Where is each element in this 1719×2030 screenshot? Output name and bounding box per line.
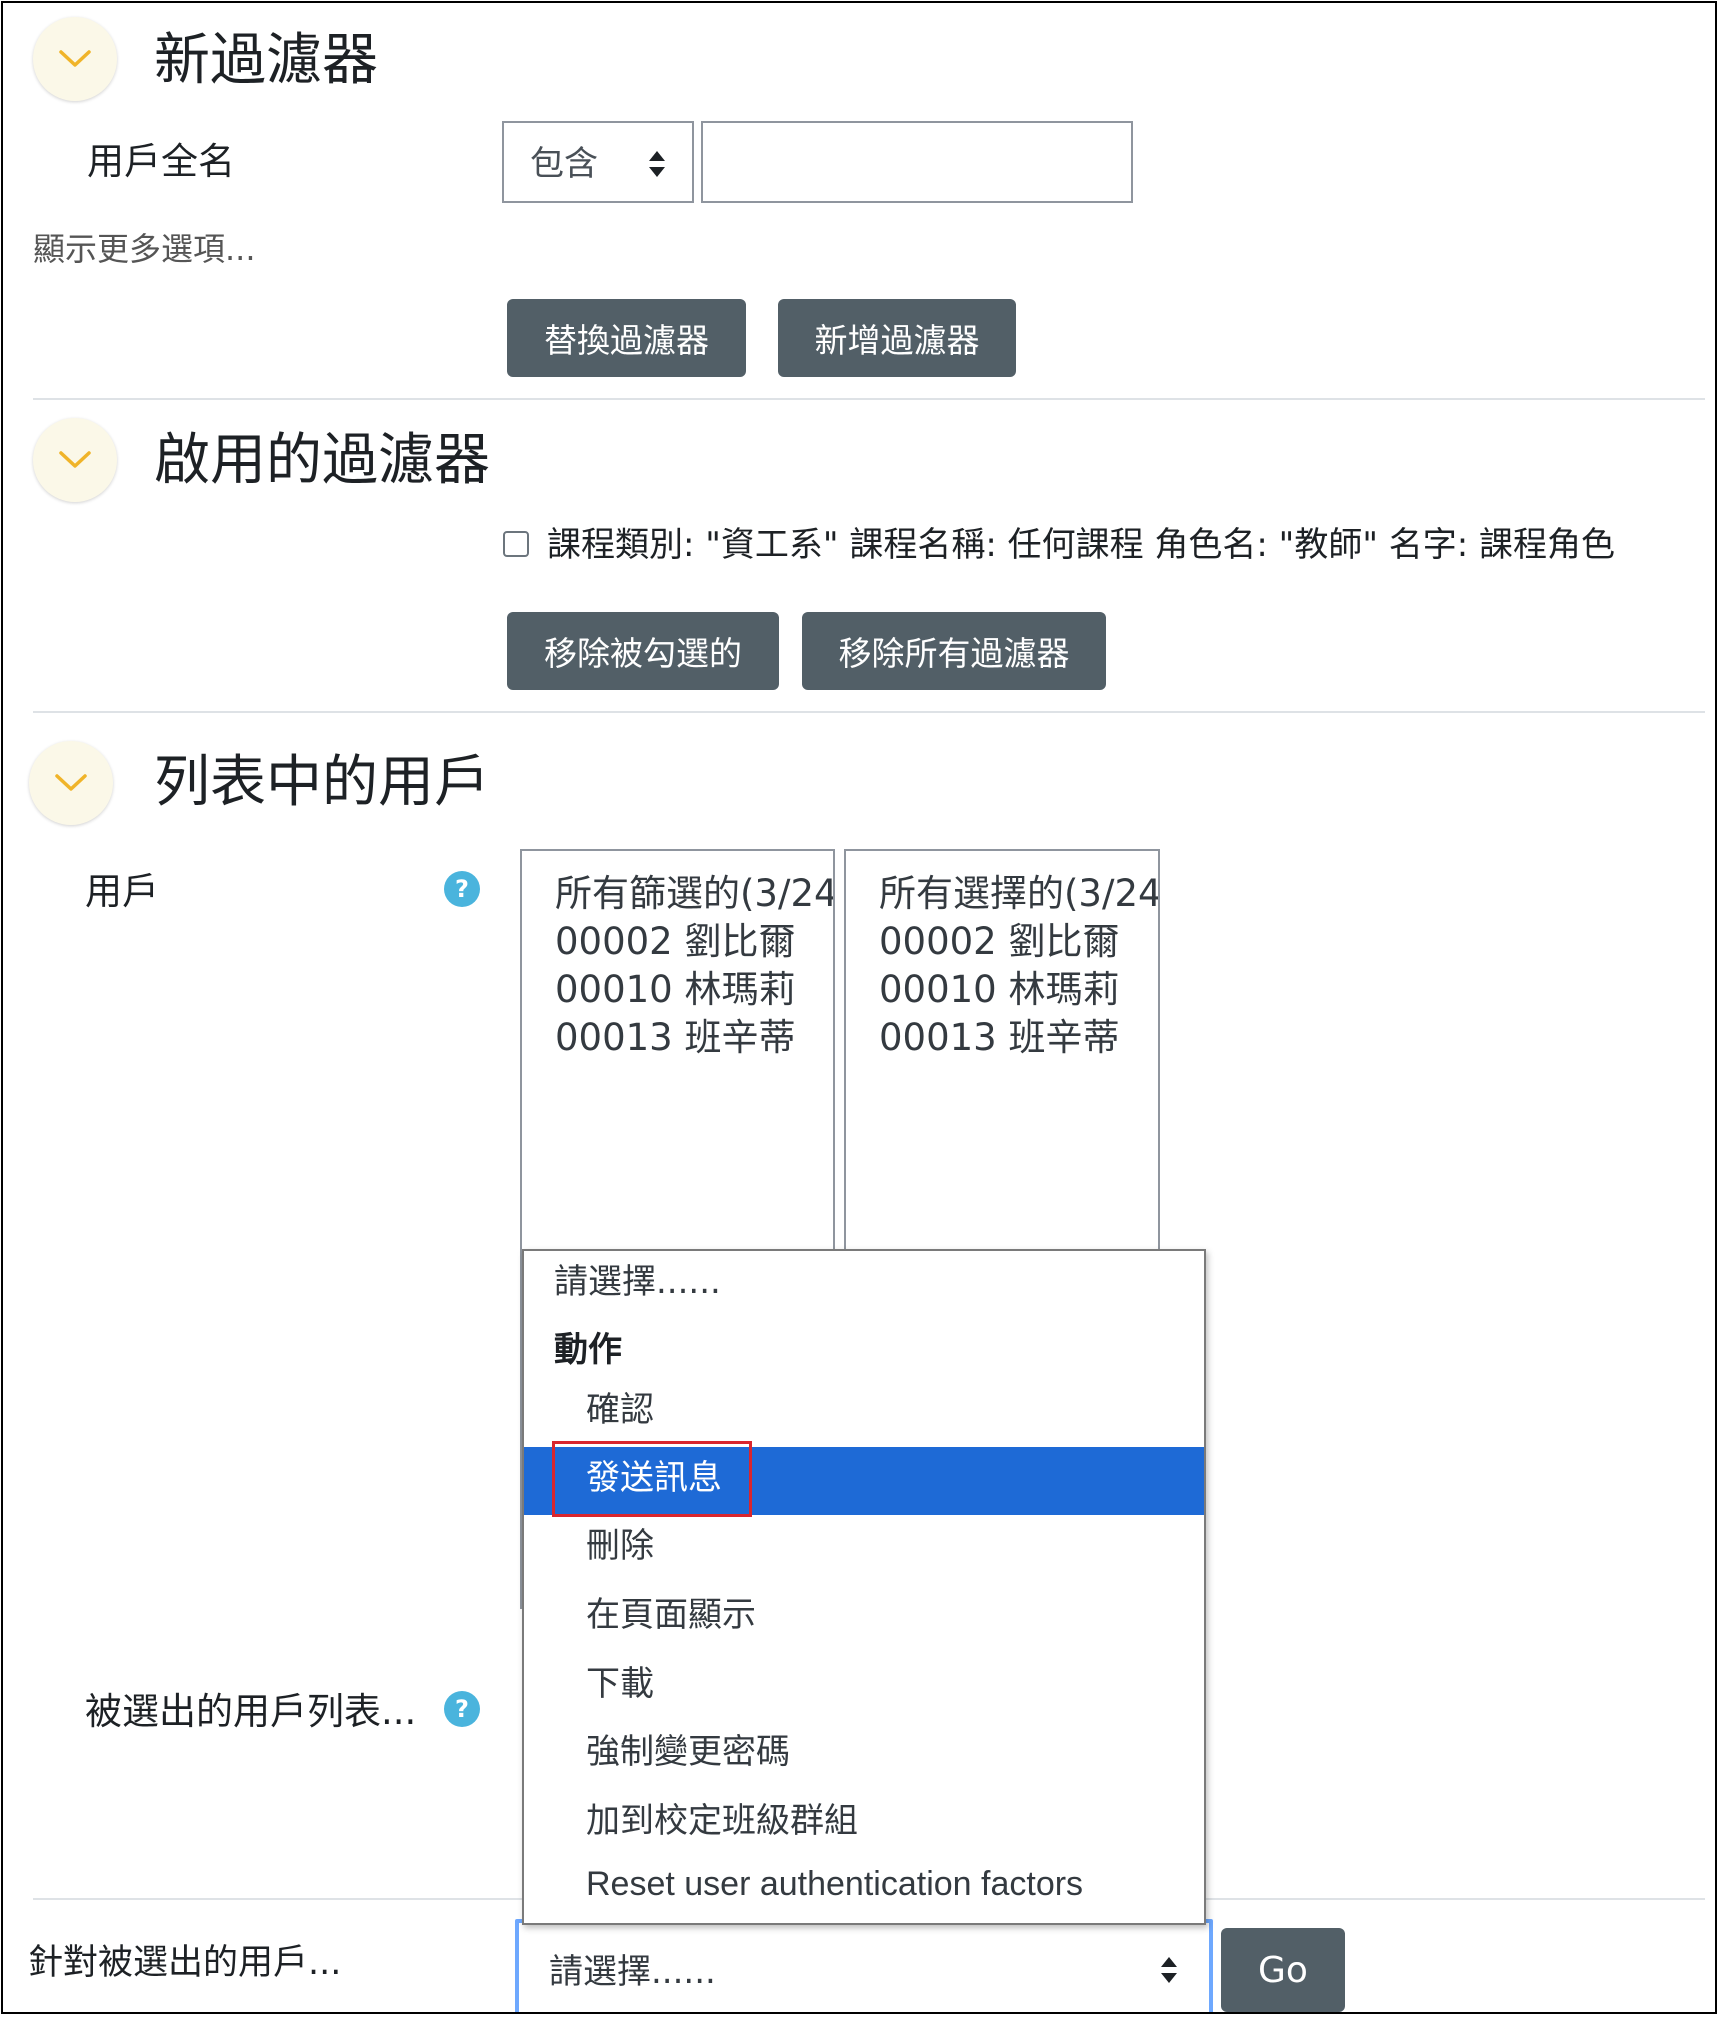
dropdown-option-reset-auth-factors[interactable]: Reset user authentication factors [524,1853,1204,1921]
dropdown-group-label: 動作 [524,1319,1204,1387]
listbox-header[interactable]: 所有選擇的(3/24) [879,875,1158,912]
new-filter-title: 新過濾器 [154,28,378,93]
chevron-down-icon [55,774,87,791]
dropdown-option-label: 刪除 [586,1526,654,1566]
list-item[interactable]: 00010 林瑪莉 [879,971,1119,1008]
remove-all-filters-button[interactable]: 移除所有過濾器 [802,612,1106,690]
add-filter-button[interactable]: 新增過濾器 [778,299,1016,377]
dropdown-placeholder-option[interactable]: 請選擇...... [524,1251,1204,1319]
operator-select-value: 包含 [530,144,598,184]
dropdown-group-text: 動作 [554,1330,622,1370]
users-label: 用戶 [85,870,159,913]
collapse-new-filter-toggle[interactable] [33,17,117,101]
bulk-action-dropdown[interactable]: 請選擇...... 動作 確認 發送訊息 刪除 在頁面顯示 下載 強制變更密碼 … [522,1249,1206,1925]
dropdown-option-label: 確認 [586,1390,654,1430]
section-divider [33,711,1705,713]
fullname-label: 用戶全名 [87,140,235,183]
chevron-down-icon [59,50,91,67]
dropdown-option-download[interactable]: 下載 [524,1653,1204,1721]
dropdown-option-label: 下載 [586,1664,654,1704]
page-frame: 新過濾器 用戶全名 包含 顯示更多選項... 替換過濾器 新增過濾器 啟用的過濾… [1,1,1717,2014]
bulk-action-select-value: 請選擇...... [549,1952,716,1992]
dropdown-option-force-password-change[interactable]: 強制變更密碼 [524,1721,1204,1789]
dropdown-option-add-to-cohort[interactable]: 加到校定班級群組 [524,1790,1204,1858]
go-button[interactable]: Go [1221,1928,1345,2012]
list-item[interactable]: 00013 班辛蒂 [555,1019,795,1056]
help-icon[interactable]: ? [444,871,480,907]
list-item[interactable]: 00002 劉比爾 [555,923,795,960]
operator-select[interactable]: 包含 [502,121,694,203]
highlight-annotation-box [552,1441,752,1517]
show-more-link[interactable]: 顯示更多選項... [33,233,256,265]
list-item[interactable]: 00013 班辛蒂 [879,1019,1119,1056]
active-filter-text: 課程類別: "資工系" 課程名稱: 任何課程 角色名: "教師" 名字: 課程角… [547,525,1616,565]
sort-arrows-icon [649,151,665,177]
collapse-active-filters-toggle[interactable] [33,418,117,502]
dropdown-option-confirm[interactable]: 確認 [524,1379,1204,1447]
selected-users-list-label: 被選出的用戶列表... [85,1690,417,1733]
dropdown-option-label: Reset user authentication factors [586,1865,1084,1903]
help-icon[interactable]: ? [444,1691,480,1727]
dropdown-option-display-on-page[interactable]: 在頁面顯示 [524,1584,1204,1652]
dropdown-option-send-message[interactable]: 發送訊息 [524,1441,1204,1517]
active-filter-checkbox[interactable] [503,531,529,557]
chevron-down-icon [59,451,91,468]
list-item[interactable]: 00010 林瑪莉 [555,971,795,1008]
dropdown-option-delete[interactable]: 刪除 [524,1515,1204,1583]
listbox-header[interactable]: 所有篩選的(3/24) [555,875,833,912]
dropdown-option-label: 加到校定班級群組 [586,1801,858,1841]
collapse-users-list-toggle[interactable] [29,741,113,825]
bulk-action-label: 針對被選出的用戶... [28,1943,342,1983]
selected-users-listbox[interactable]: 所有選擇的(3/24) 00002 劉比爾 00010 林瑪莉 00013 班辛… [844,849,1160,1259]
remove-selected-button[interactable]: 移除被勾選的 [507,612,779,690]
section-divider [33,398,1705,400]
dropdown-option-label: 強制變更密碼 [586,1732,790,1772]
sort-arrows-icon [1161,1957,1177,1983]
bulk-action-select[interactable]: 請選擇...... [515,1919,1213,2012]
fullname-value-input[interactable] [701,121,1133,203]
dropdown-option-label: 在頁面顯示 [586,1595,756,1635]
replace-filter-button[interactable]: 替換過濾器 [507,299,746,377]
users-list-title: 列表中的用戶 [154,750,490,815]
dropdown-option-label: 請選擇...... [554,1262,721,1302]
list-item[interactable]: 00002 劉比爾 [879,923,1119,960]
active-filters-title: 啟用的過濾器 [154,428,490,493]
